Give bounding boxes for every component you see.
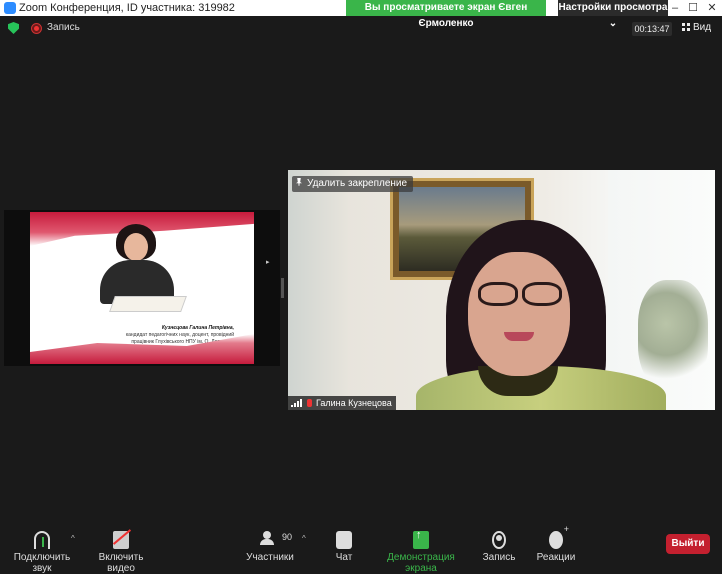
window-title: Zoom Конференция, ID участника: 319982 xyxy=(19,2,235,14)
view-button[interactable]: Вид xyxy=(682,22,711,33)
participants-label: Участники xyxy=(246,552,294,563)
slide-photo xyxy=(92,224,187,312)
shared-screen-tile[interactable]: Кузнєцова Галина Петрівна, кандидат педа… xyxy=(4,210,280,366)
share-screen-button[interactable]: Демонстрация экрана xyxy=(374,529,468,574)
maximize-button[interactable]: ☐ xyxy=(684,0,702,16)
unpin-label: Удалить закрепление xyxy=(307,178,408,189)
participants-count: 90 xyxy=(282,532,293,542)
participant-video[interactable] xyxy=(288,170,715,410)
reactions-label: Реакции xyxy=(536,552,576,563)
video-off-icon xyxy=(113,531,129,549)
glasses-lens-left xyxy=(478,282,518,306)
chat-label: Чат xyxy=(335,552,353,563)
start-video-label: Включить видео xyxy=(98,552,144,574)
video-plant xyxy=(638,280,708,390)
speaker-mouth xyxy=(504,332,534,341)
speaker-face xyxy=(468,252,570,376)
unpin-video-button[interactable]: Удалить закрепление xyxy=(292,176,414,192)
smiley-icon xyxy=(549,524,569,549)
participants-options-caret[interactable]: ^ xyxy=(302,534,306,543)
close-window-button[interactable]: ✕ xyxy=(703,0,721,16)
leave-meeting-button[interactable]: Выйти xyxy=(666,534,710,554)
screen-share-banner: Вы просматриваете экран Євген Єрмоленко xyxy=(346,0,546,29)
speaker-glasses xyxy=(470,282,568,308)
chat-icon xyxy=(336,531,352,549)
participants-icon xyxy=(259,531,281,549)
record-icon xyxy=(492,531,506,549)
grid-view-icon xyxy=(682,23,690,31)
chat-button[interactable]: Чат xyxy=(330,531,358,563)
headphones-icon xyxy=(34,531,50,549)
video-background-wall xyxy=(288,170,348,410)
mic-muted-icon xyxy=(307,399,312,407)
zoom-logo-icon xyxy=(4,2,16,14)
view-label: Вид xyxy=(693,22,712,33)
audio-options-caret[interactable]: ^ xyxy=(71,534,75,543)
participant-name-tag: Галина Кузнецова xyxy=(288,396,396,410)
slide-next-arrow[interactable]: ▸ xyxy=(266,258,270,266)
participant-name: Галина Кузнецова xyxy=(316,398,392,408)
minimize-button[interactable]: – xyxy=(666,0,684,16)
join-audio-label: Подключить звук xyxy=(13,552,71,574)
view-settings-button[interactable]: Настройки просмотра ⌄ xyxy=(558,0,668,29)
share-screen-label: Демонстрация экрана xyxy=(387,552,455,574)
join-audio-button[interactable]: Подключить звук xyxy=(6,531,78,574)
signal-strength-icon xyxy=(291,399,303,407)
slide-photo-papers xyxy=(109,296,187,312)
start-video-button[interactable]: Включить видео xyxy=(86,531,156,574)
glasses-lens-right xyxy=(522,282,562,306)
pin-icon xyxy=(296,178,302,186)
recording-icon xyxy=(31,23,42,34)
record-button[interactable]: Запись xyxy=(482,531,516,563)
record-label: Запись xyxy=(482,552,516,563)
slide-caption-name: Кузнєцова Галина Петрівна, xyxy=(161,325,234,331)
reactions-button[interactable]: Реакции xyxy=(536,524,576,563)
slide-caption-line: кандидат педагогічних наук, доцент, пров… xyxy=(125,332,234,338)
meeting-timer: 00:13:47 xyxy=(632,22,672,36)
slide-photo-face xyxy=(124,233,148,261)
presentation-slide: Кузнєцова Галина Петрівна, кандидат педа… xyxy=(30,212,254,364)
share-screen-icon xyxy=(413,529,429,549)
recording-label: Запись xyxy=(47,22,80,33)
security-shield-icon[interactable] xyxy=(8,22,19,34)
splitter-handle[interactable] xyxy=(281,278,284,298)
